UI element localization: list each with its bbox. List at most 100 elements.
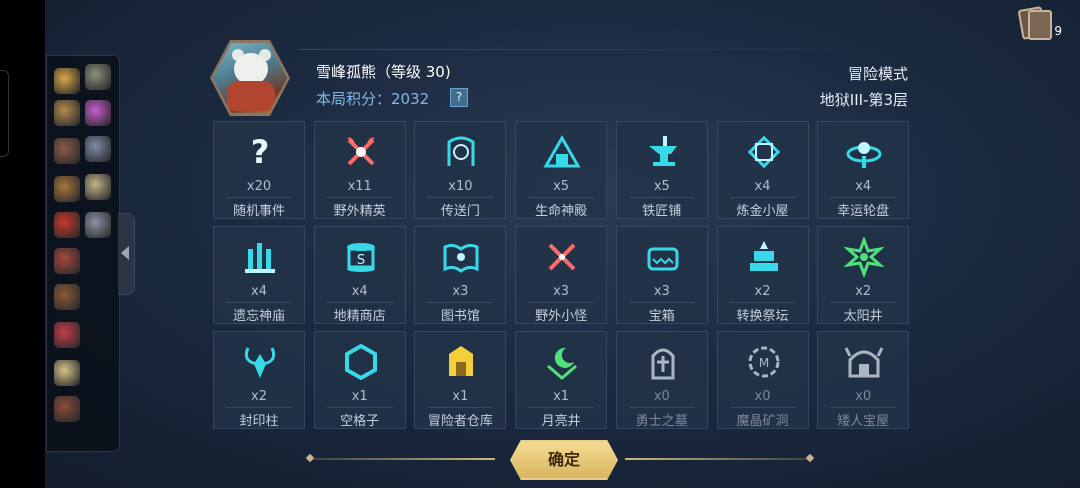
moon-icon — [542, 342, 582, 382]
scroll-plus-icon[interactable] — [54, 360, 80, 386]
score-value: 2032 — [391, 90, 430, 108]
sun-icon-glyph — [843, 235, 886, 279]
room-cell[interactable]: x4 幸运轮盘 — [817, 121, 910, 219]
room-cell[interactable]: x4 遗忘神庙 — [213, 226, 305, 324]
room-cell[interactable]: x0 矮人宝屋 — [817, 331, 910, 429]
room-cell[interactable]: x10 传送门 — [414, 121, 507, 219]
room-cell[interactable]: x2 封印柱 — [213, 331, 305, 429]
cell-divider — [528, 197, 595, 198]
chest-plus-icon[interactable] — [54, 100, 80, 126]
card-icon[interactable] — [85, 136, 111, 162]
tome-plus-icon[interactable] — [54, 284, 80, 310]
cell-divider — [628, 302, 695, 303]
room-label: 随机事件 — [232, 204, 285, 219]
cell-divider — [226, 407, 292, 408]
confirm-row: 确定 — [310, 439, 810, 480]
room-label: 太阳井 — [843, 309, 883, 324]
tomb-icon-glyph — [651, 348, 675, 380]
room-count: x11 — [347, 179, 372, 194]
book-plus-icon[interactable] — [54, 248, 80, 274]
room-count: x0 — [754, 389, 771, 404]
alchemy-icon-glyph — [747, 135, 780, 169]
room-label: 幸运轮盘 — [837, 204, 890, 219]
header-divider — [300, 49, 920, 50]
cell-divider — [528, 302, 595, 303]
anvil-icon-glyph — [648, 136, 677, 166]
anvil-icon — [643, 132, 683, 172]
room-count: x2 — [855, 284, 872, 299]
ruins-icon-glyph — [245, 243, 275, 273]
card-deck-icon[interactable] — [1017, 6, 1052, 40]
room-cell[interactable]: x1 空格子 — [313, 331, 406, 429]
room-cell[interactable]: x2 转换祭坛 — [716, 226, 809, 324]
bomb-plus-icon[interactable] — [54, 212, 80, 238]
moon-icon-glyph — [547, 347, 578, 380]
confirm-button[interactable]: 确定 — [510, 440, 618, 480]
room-label: 炼金小屋 — [736, 204, 789, 219]
room-cell[interactable]: x0 勇士之墓 — [615, 331, 708, 429]
room-label: 图书馆 — [440, 309, 480, 324]
room-cell[interactable]: x5 铁匠铺 — [615, 121, 708, 219]
room-count: x2 — [251, 389, 267, 404]
collapse-inventory-button[interactable] — [118, 213, 135, 295]
room-cell[interactable]: x1 冒险者仓库 — [414, 331, 507, 429]
hexagon-icon-glyph — [344, 343, 377, 381]
tomb-icon — [643, 342, 683, 382]
seal-pillar-icon — [240, 342, 280, 382]
stone-icon[interactable] — [54, 138, 80, 164]
score-help-button[interactable]: ? — [450, 88, 468, 107]
statue-icon[interactable] — [85, 64, 111, 90]
room-cell[interactable]: x3 图书馆 — [414, 226, 507, 324]
hero-avatar[interactable] — [210, 40, 290, 120]
room-cell[interactable]: x3 野外小怪 — [515, 226, 608, 324]
decor-line-right — [625, 458, 810, 460]
score-label: 本局积分： — [316, 90, 392, 108]
claw-plus-icon[interactable] — [54, 322, 80, 348]
room-label: 矮人宝屋 — [837, 414, 890, 429]
wheel-icon-glyph — [846, 142, 882, 168]
warehouse-icon — [441, 342, 481, 382]
room-label: 铁匠铺 — [642, 204, 682, 219]
room-cell[interactable]: Sx4 地精商店 — [313, 226, 406, 324]
crossed-axes-icon — [341, 132, 381, 172]
room-cell[interactable]: Mx0 魔晶矿洞 — [716, 331, 809, 429]
bear-body — [227, 81, 275, 111]
shop-icon: S — [341, 237, 381, 277]
cell-divider — [528, 407, 595, 408]
room-count: x3 — [452, 284, 469, 299]
hexagon-icon — [341, 342, 381, 382]
cell-divider — [830, 197, 897, 198]
room-label: 遗忘神庙 — [232, 309, 285, 324]
room-label: 野外小怪 — [535, 309, 588, 324]
room-cell[interactable]: x11 野外精英 — [313, 121, 406, 219]
room-count: x1 — [452, 389, 469, 404]
inventory-panel — [46, 55, 120, 452]
room-label: 野外精英 — [333, 204, 386, 219]
dwarf-house-icon — [844, 342, 884, 382]
room-cell[interactable]: ? x20 随机事件 — [213, 121, 305, 219]
room-count: x4 — [855, 179, 872, 194]
seal-pillar-icon-glyph — [244, 347, 276, 378]
planet-icon[interactable] — [85, 100, 111, 126]
crystal-mine-icon-glyph: M — [748, 346, 779, 378]
hero-title: 雪峰孤熊（等级 30) — [316, 63, 451, 81]
room-label: 空格子 — [340, 414, 380, 429]
room-cell[interactable]: x1 月亮井 — [515, 331, 608, 429]
slingshot-plus-icon[interactable] — [54, 176, 80, 202]
book-tome-icon[interactable] — [54, 396, 80, 422]
map-plus-icon[interactable] — [85, 174, 111, 200]
crossed-swords-icon-glyph — [548, 243, 576, 271]
dwarf-house-icon-glyph — [844, 347, 884, 378]
room-cell[interactable]: x4 炼金小屋 — [716, 121, 809, 219]
room-cell[interactable]: x3 宝箱 — [615, 226, 708, 324]
altar-icon — [744, 237, 784, 277]
room-label: 封印柱 — [239, 414, 279, 429]
chest-icon-glyph — [647, 247, 679, 271]
knight-icon[interactable] — [85, 212, 111, 238]
room-cell[interactable]: x5 生命神殿 — [515, 121, 608, 219]
room-label: 魔晶矿洞 — [736, 414, 789, 429]
gold-scroll-icon[interactable] — [54, 68, 80, 94]
crystal-mine-icon: M — [744, 342, 784, 382]
room-cell[interactable]: x2 太阳井 — [817, 226, 910, 324]
room-count: x10 — [448, 179, 473, 194]
